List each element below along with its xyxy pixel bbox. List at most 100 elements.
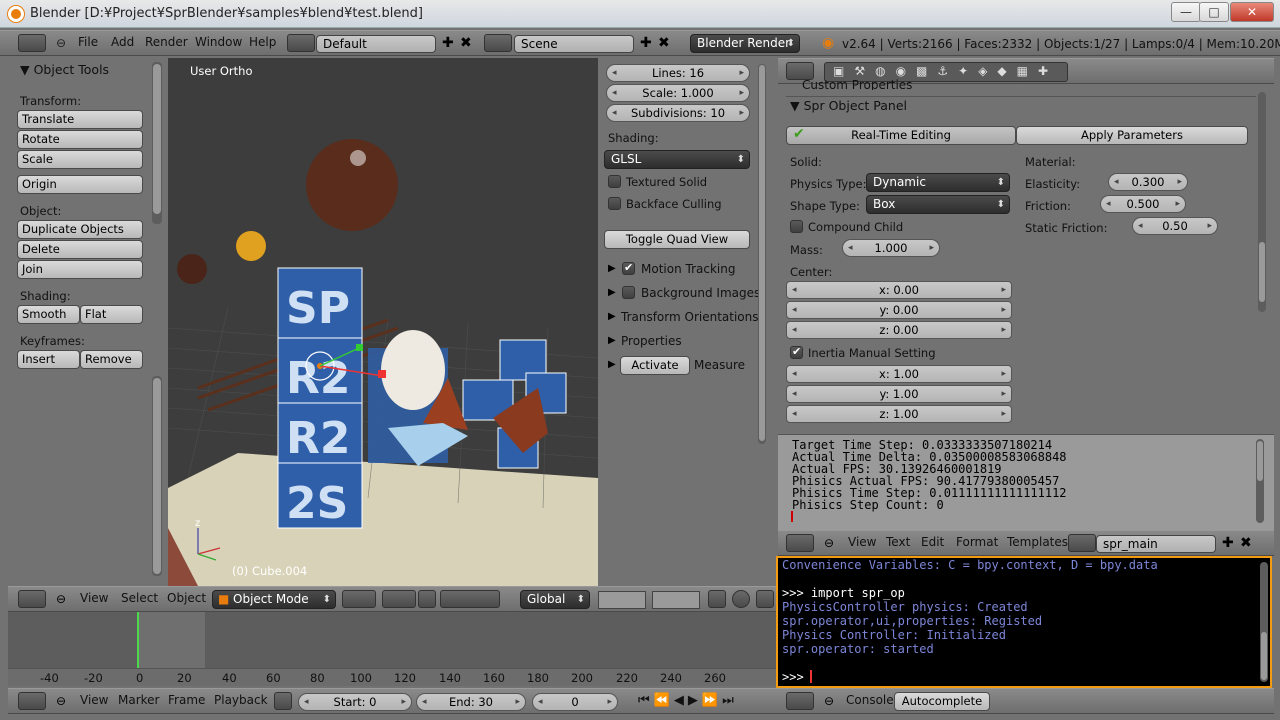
- end-frame-field[interactable]: End: 30: [416, 693, 526, 711]
- grid-lines-field[interactable]: Lines: 16: [606, 64, 750, 82]
- tool-shelf-scrollbar[interactable]: [152, 62, 162, 224]
- unlink-text-icon[interactable]: ✖: [1240, 535, 1252, 551]
- editor-type-info-icon[interactable]: [18, 34, 46, 52]
- text-browse-icon[interactable]: [1068, 534, 1096, 552]
- editor-type-timeline-icon[interactable]: [18, 692, 46, 710]
- scene-icon[interactable]: [484, 34, 512, 52]
- insert-keyframe-button[interactable]: Insert: [17, 350, 80, 369]
- scene-field[interactable]: Scene: [514, 35, 634, 53]
- mode-dropdown[interactable]: ■ Object Mode: [212, 590, 336, 609]
- properties-scrollbar[interactable]: [1258, 92, 1266, 312]
- duplicate-objects-button[interactable]: Duplicate Objects: [17, 220, 143, 239]
- menu-text[interactable]: Text: [886, 535, 910, 549]
- apply-parameters-button[interactable]: Apply Parameters: [1016, 126, 1248, 145]
- remove-keyframe-button[interactable]: Remove: [80, 350, 143, 369]
- grid-scale-field[interactable]: Scale: 1.000: [606, 84, 750, 102]
- menu-edit[interactable]: Edit: [921, 535, 944, 549]
- manipulator-toggle-icon[interactable]: [418, 590, 436, 608]
- compound-child-checkbox[interactable]: [790, 220, 803, 233]
- origin-button[interactable]: Origin: [17, 175, 143, 194]
- layers-widget[interactable]: [598, 591, 646, 609]
- elasticity-field[interactable]: 0.300: [1108, 173, 1188, 191]
- maximize-button[interactable]: □: [1199, 2, 1229, 22]
- remove-layout-icon[interactable]: ✖: [460, 35, 472, 51]
- editor-type-text-icon[interactable]: [786, 534, 814, 552]
- menu-view[interactable]: View: [80, 591, 108, 605]
- grid-subdivisions-field[interactable]: Subdivisions: 10: [606, 104, 750, 122]
- textured-solid-checkbox[interactable]: [608, 175, 621, 188]
- expand-arrow-icon[interactable]: ▶: [608, 311, 616, 322]
- collapse-icon[interactable]: ⊖: [56, 694, 66, 708]
- flat-button[interactable]: Flat: [80, 305, 143, 324]
- menu-select[interactable]: Select: [121, 591, 158, 605]
- preview-range-icon[interactable]: [274, 692, 292, 710]
- screen-layout-icon[interactable]: [287, 34, 315, 52]
- lock-layers-icon[interactable]: [708, 590, 726, 608]
- menu-format[interactable]: Format: [956, 535, 998, 549]
- inertia-manual-checkbox[interactable]: [790, 345, 803, 359]
- motion-tracking-label[interactable]: Motion Tracking: [641, 262, 735, 276]
- shading-dropdown[interactable]: GLSL: [604, 150, 750, 169]
- collapse-icon[interactable]: ⊖: [824, 536, 834, 550]
- menu-marker[interactable]: Marker: [118, 693, 159, 707]
- toggle-quad-view-button[interactable]: Toggle Quad View: [604, 230, 750, 249]
- menu-playback[interactable]: Playback: [214, 693, 268, 707]
- autocomplete-button[interactable]: Autocomplete: [894, 692, 990, 711]
- remove-scene-icon[interactable]: ✖: [658, 35, 670, 51]
- inertia-x-field[interactable]: x: 1.00: [786, 365, 1012, 383]
- motion-tracking-checkbox[interactable]: [622, 261, 635, 275]
- editor-type-3d-icon[interactable]: [18, 590, 46, 608]
- collapse-icon[interactable]: ⊖: [56, 592, 66, 606]
- scale-button[interactable]: Scale: [17, 150, 143, 169]
- tool-shelf-scrollbar-lower[interactable]: [152, 376, 162, 576]
- transform-orientations-label[interactable]: Transform Orientations: [621, 310, 759, 324]
- start-frame-field[interactable]: Start: 0: [298, 693, 412, 711]
- add-scene-icon[interactable]: ✚: [640, 35, 652, 51]
- rotate-button[interactable]: Rotate: [17, 130, 143, 149]
- delete-button[interactable]: Delete: [17, 240, 143, 259]
- menu-add[interactable]: Add: [111, 35, 134, 49]
- center-z-field[interactable]: z: 0.00: [786, 321, 1012, 339]
- snap-icon[interactable]: [756, 590, 774, 608]
- spr-panel-header[interactable]: ▼ Spr Object Panel: [790, 98, 907, 113]
- backface-culling-checkbox[interactable]: [608, 197, 621, 210]
- orientation-dropdown[interactable]: Global: [520, 590, 590, 609]
- activate-button[interactable]: Activate: [620, 356, 690, 375]
- mass-field[interactable]: 1.000: [842, 239, 940, 257]
- render-engine-dropdown[interactable]: Blender Render: [690, 34, 800, 53]
- console-prompt[interactable]: >>>: [782, 670, 811, 684]
- timeline[interactable]: -40 -20 0 20 40 60 80 100 120 140 160 18…: [8, 612, 778, 686]
- console-scrollbar[interactable]: [1260, 562, 1268, 682]
- layout-field[interactable]: Default: [316, 35, 436, 53]
- text-scrollbar[interactable]: [1256, 439, 1264, 523]
- collapse-icon[interactable]: ⊖: [824, 694, 834, 708]
- center-x-field[interactable]: x: 0.00: [786, 281, 1012, 299]
- inertia-y-field[interactable]: y: 1.00: [786, 385, 1012, 403]
- center-y-field[interactable]: y: 0.00: [786, 301, 1012, 319]
- layers-widget[interactable]: [652, 591, 700, 609]
- expand-arrow-icon[interactable]: ▶: [608, 335, 616, 346]
- background-images-checkbox[interactable]: [622, 286, 635, 299]
- shape-type-dropdown[interactable]: Box: [866, 195, 1010, 214]
- measure-label[interactable]: Measure: [694, 358, 745, 372]
- transform-manipulators-icon[interactable]: [440, 590, 500, 608]
- background-images-label[interactable]: Background Images: [641, 286, 760, 300]
- tool-shelf-header[interactable]: ▼ Object Tools: [20, 62, 109, 77]
- add-layout-icon[interactable]: ✚: [442, 35, 454, 51]
- smooth-button[interactable]: Smooth: [17, 305, 80, 324]
- menu-view[interactable]: View: [80, 693, 108, 707]
- physics-type-dropdown[interactable]: Dynamic: [866, 173, 1010, 192]
- timeline-ruler[interactable]: -40 -20 0 20 40 60 80 100 120 140 160 18…: [8, 668, 778, 686]
- static-friction-field[interactable]: 0.50: [1132, 217, 1218, 235]
- realtime-editing-toggle[interactable]: ✔ Real-Time Editing: [786, 126, 1016, 145]
- properties-label[interactable]: Properties: [621, 334, 682, 348]
- proportional-edit-icon[interactable]: [732, 590, 750, 608]
- menu-frame[interactable]: Frame: [168, 693, 205, 707]
- menu-render[interactable]: Render: [145, 35, 188, 49]
- custom-properties-header[interactable]: Custom Properties: [802, 78, 912, 90]
- new-text-icon[interactable]: ✚: [1222, 535, 1234, 551]
- translate-button[interactable]: Translate: [17, 110, 143, 129]
- menu-help[interactable]: Help: [249, 35, 276, 49]
- menu-view[interactable]: View: [848, 535, 876, 549]
- current-frame-marker[interactable]: [137, 612, 139, 668]
